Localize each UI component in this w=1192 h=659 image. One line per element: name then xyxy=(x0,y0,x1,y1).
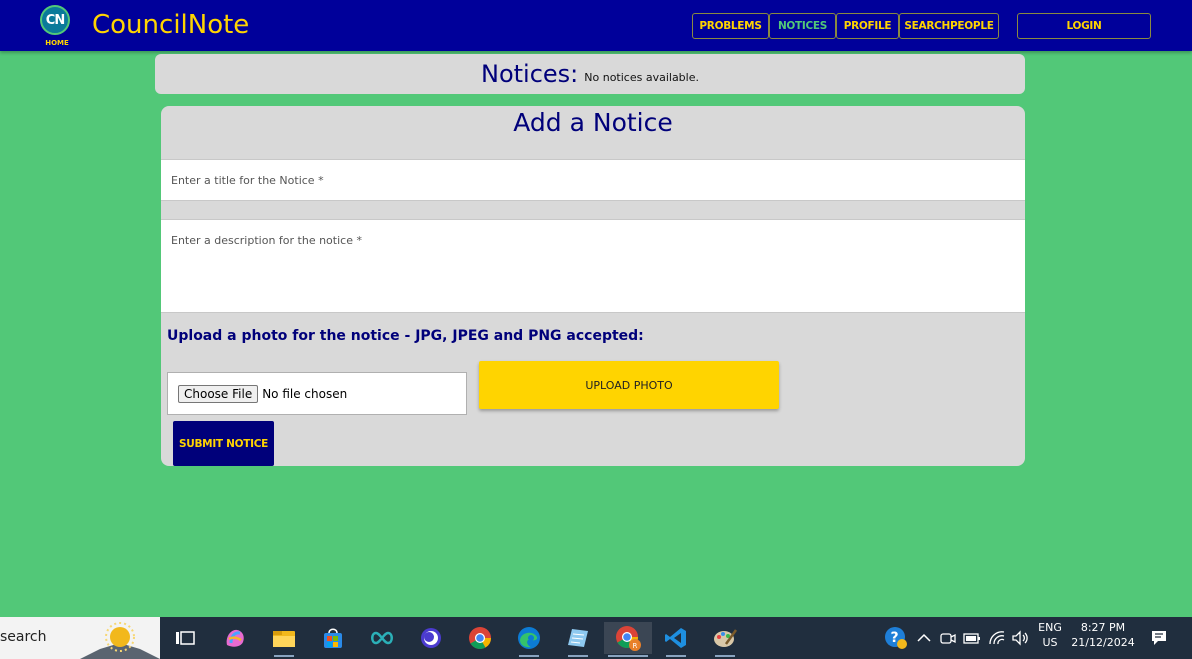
clock-time: 8:27 PM xyxy=(1080,621,1126,634)
notices-title: Notices: xyxy=(481,60,579,88)
choose-file-button[interactable]: Choose File xyxy=(178,384,259,403)
upload-label: Upload a photo for the notice - JPG, JPE… xyxy=(167,328,644,344)
file-explorer-icon[interactable] xyxy=(264,622,304,657)
submit-notice-button[interactable]: SUBMIT NOTICE xyxy=(173,421,274,466)
nav-notices-button[interactable]: NOTICES xyxy=(769,13,836,39)
taskbar-search-text: search xyxy=(0,629,47,645)
task-view-icon[interactable] xyxy=(165,622,205,654)
notices-empty-text: No notices available. xyxy=(584,70,699,84)
edge-icon[interactable] xyxy=(509,622,549,657)
help-icon[interactable]: ? xyxy=(878,622,914,654)
language-indicator[interactable]: ENG US xyxy=(1034,621,1066,649)
paint-icon[interactable] xyxy=(705,622,745,657)
wifi-icon[interactable] xyxy=(985,622,1009,654)
arduino-icon[interactable] xyxy=(362,622,402,654)
notifications-icon[interactable] xyxy=(1146,622,1172,654)
copilot-icon[interactable] xyxy=(215,622,255,654)
notices-card: Notices: No notices available. xyxy=(155,54,1025,94)
clock[interactable]: 8:27 PM 21/12/2024 xyxy=(1068,621,1138,649)
paint-running-indicator xyxy=(715,655,735,657)
svg-text:R: R xyxy=(633,642,638,650)
login-button[interactable]: LOGIN xyxy=(1017,13,1151,39)
taskbar: search R ? ENG US 8:27 PM 21/12/2024 xyxy=(0,617,1192,659)
microsoft-store-icon[interactable] xyxy=(313,622,353,654)
notice-description-input[interactable]: Enter a description for the notice * xyxy=(161,219,1025,313)
notepad-icon[interactable] xyxy=(558,622,598,657)
logo-letters: CN xyxy=(45,12,65,28)
home-logo[interactable]: CN HOME xyxy=(36,4,78,48)
notepad-running-indicator xyxy=(568,655,588,657)
vscode-icon[interactable] xyxy=(656,622,696,657)
chrome-profile-running-indicator xyxy=(608,655,648,657)
form-title: Add a Notice xyxy=(513,108,673,137)
nav-searchpeople-button[interactable]: SEARCHPEOPLE xyxy=(899,13,999,39)
file-explorer-running-indicator xyxy=(274,655,294,657)
logo-home-label: HOME xyxy=(45,39,69,47)
app-circle-icon[interactable] xyxy=(411,622,451,654)
clock-date: 21/12/2024 xyxy=(1071,636,1135,649)
vscode-running-indicator xyxy=(666,655,686,657)
meet-now-icon[interactable] xyxy=(937,622,959,654)
region-text: US xyxy=(1042,636,1058,649)
language-text: ENG xyxy=(1038,621,1062,634)
upload-photo-button[interactable]: UPLOAD PHOTO xyxy=(479,361,779,409)
logo-emblem-icon: CN xyxy=(40,5,70,35)
add-notice-form: Add a Notice Enter a title for the Notic… xyxy=(161,106,1025,466)
nav-profile-button[interactable]: PROFILE xyxy=(836,13,899,39)
chrome-profile-icon[interactable]: R xyxy=(604,622,652,657)
search-highlight-icon xyxy=(80,622,160,659)
chrome-icon[interactable] xyxy=(460,622,500,654)
chevron-up-icon[interactable] xyxy=(912,622,936,654)
notice-title-placeholder: Enter a title for the Notice * xyxy=(171,174,324,187)
volume-icon[interactable] xyxy=(1008,622,1032,654)
edge-running-indicator xyxy=(519,655,539,657)
battery-icon[interactable] xyxy=(960,622,984,654)
brand-name[interactable]: CouncilNote xyxy=(92,10,249,40)
nav-problems-button[interactable]: PROBLEMS xyxy=(692,13,769,39)
navbar: CN HOME CouncilNote PROBLEMS NOTICES PRO… xyxy=(0,0,1192,51)
file-input[interactable]: Choose File No file chosen xyxy=(167,372,467,415)
notice-title-input[interactable]: Enter a title for the Notice * xyxy=(161,159,1025,201)
notice-description-placeholder: Enter a description for the notice * xyxy=(171,234,362,247)
file-status-text: No file chosen xyxy=(262,386,348,401)
taskbar-search-box[interactable]: search xyxy=(0,617,160,659)
